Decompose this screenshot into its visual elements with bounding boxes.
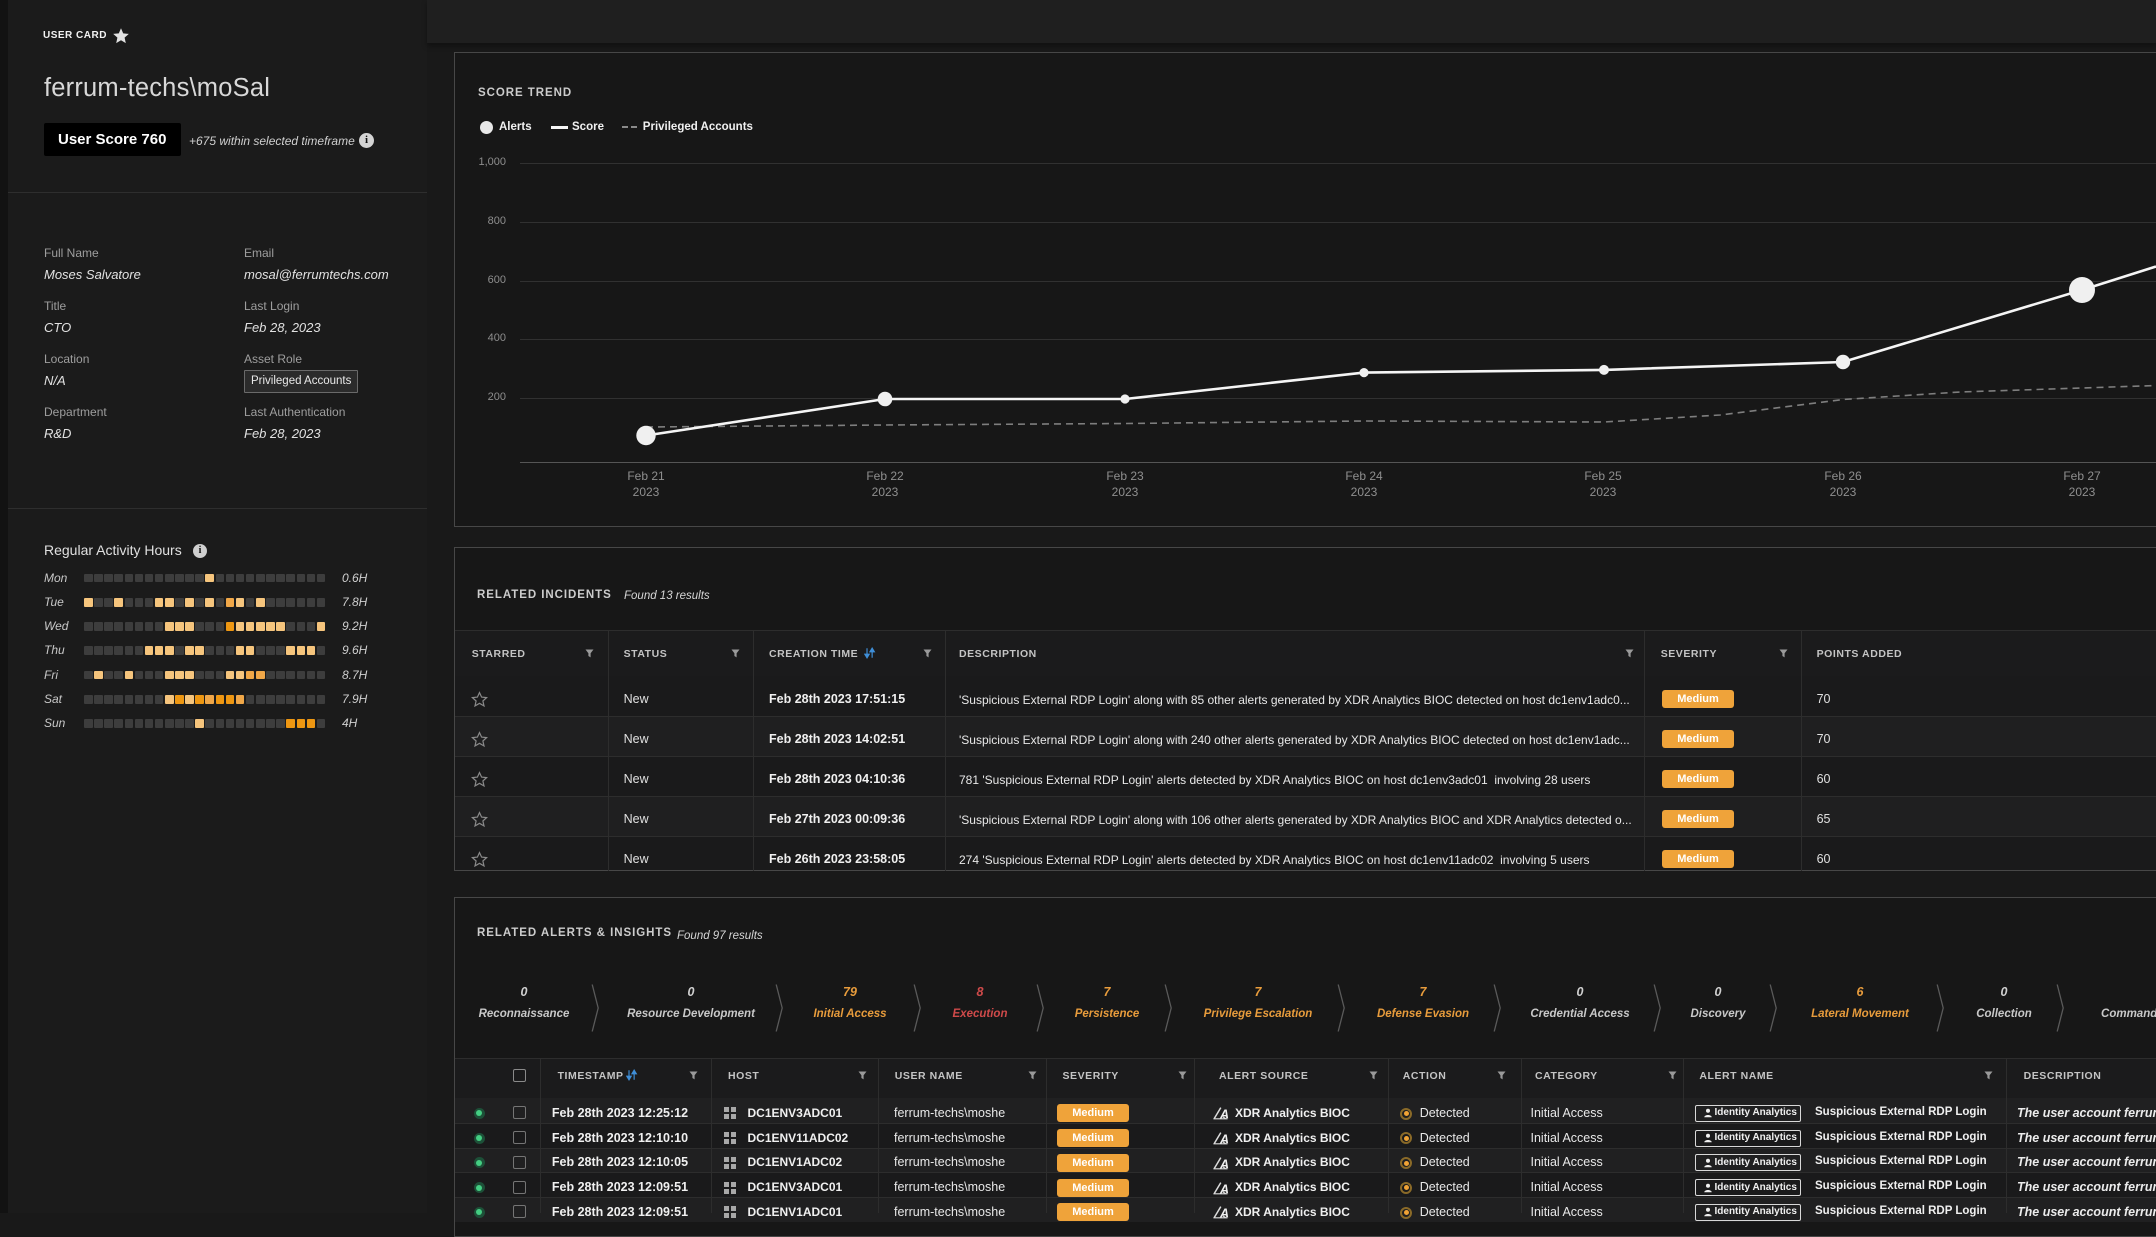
svg-text:A: A [1219, 1157, 1229, 1170]
svg-text:A: A [1219, 1108, 1229, 1121]
svg-text:A: A [1219, 1133, 1229, 1146]
svg-text:A: A [1219, 1182, 1229, 1195]
svg-text:A: A [1219, 1207, 1229, 1220]
